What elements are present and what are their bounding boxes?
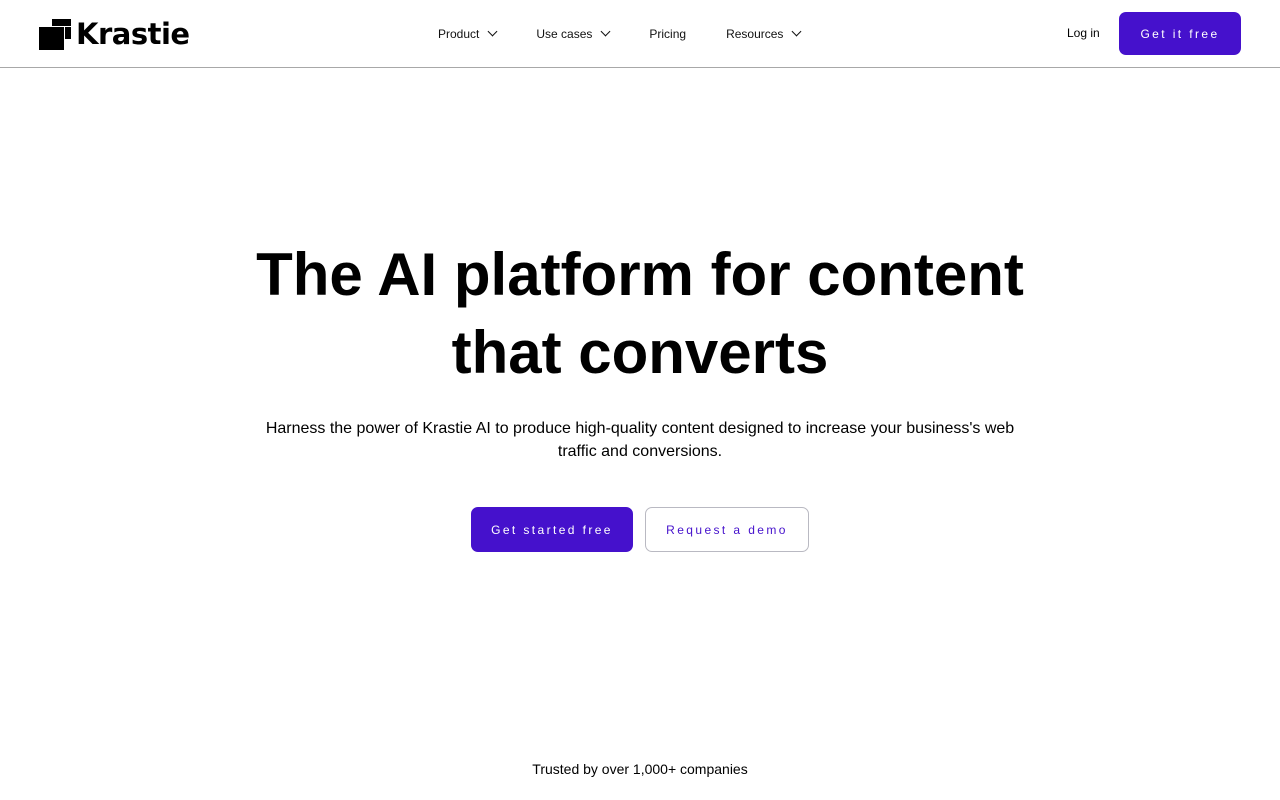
chevron-down-icon bbox=[487, 26, 498, 37]
nav-item-label: Product bbox=[438, 27, 480, 41]
get-started-free-button[interactable]: Get started free bbox=[471, 507, 633, 552]
trusted-by-text: Trusted by over 1,000+ companies bbox=[532, 761, 748, 777]
logo-link[interactable]: Krastie bbox=[39, 17, 190, 51]
chevron-down-icon bbox=[791, 26, 802, 37]
chevron-down-icon bbox=[600, 26, 611, 37]
hero-cta-row: Get started free Request a demo bbox=[471, 507, 809, 552]
get-it-free-button[interactable]: Get it free bbox=[1119, 12, 1241, 55]
request-demo-button[interactable]: Request a demo bbox=[645, 507, 809, 552]
nav-item-label: Resources bbox=[726, 27, 784, 41]
logo-text: Krastie bbox=[76, 17, 190, 51]
nav-item-label: Use cases bbox=[536, 27, 593, 41]
main-nav: Product Use cases Pricing Resources bbox=[418, 0, 820, 68]
hero-title-line-2: that converts bbox=[451, 319, 829, 386]
nav-item-label: Pricing bbox=[649, 27, 687, 41]
nav-item-resources[interactable]: Resources bbox=[706, 0, 820, 68]
hero-subtitle: Harness the power of Krastie AI to produ… bbox=[265, 420, 1015, 460]
nav-item-product[interactable]: Product bbox=[418, 0, 516, 68]
site-header: Krastie Product Use cases Pricing Resour… bbox=[0, 0, 1280, 68]
login-link[interactable]: Log in bbox=[1067, 26, 1100, 40]
hero-title-line-1: The AI platform for content bbox=[256, 241, 1024, 308]
hero-title: The AI platform for content that convert… bbox=[240, 236, 1040, 392]
nav-item-pricing[interactable]: Pricing bbox=[629, 0, 706, 68]
nav-item-use-cases[interactable]: Use cases bbox=[516, 0, 629, 68]
krastie-logo-icon bbox=[39, 18, 72, 51]
